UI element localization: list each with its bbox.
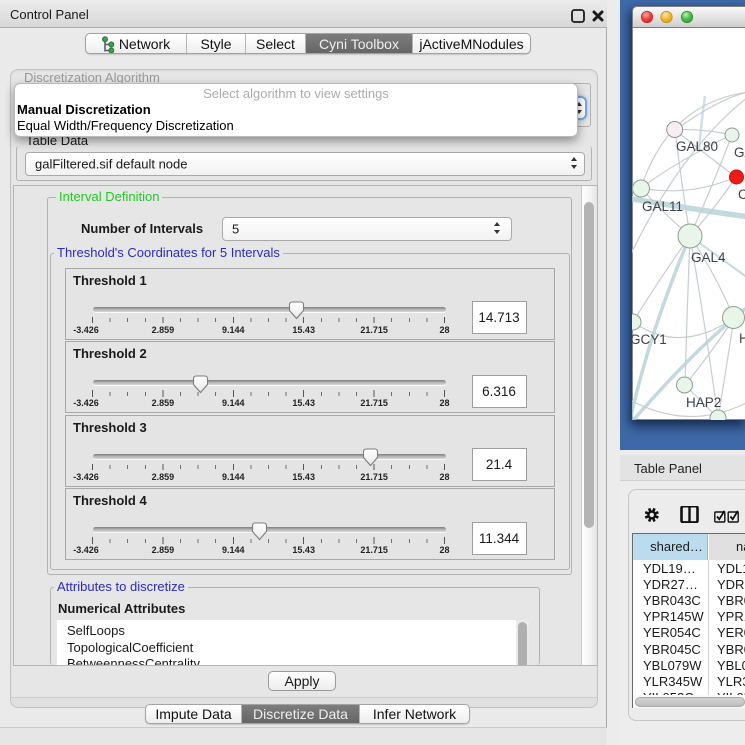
svg-text:GAL4: GAL4: [691, 250, 726, 265]
svg-text:HAP2: HAP2: [686, 395, 721, 410]
svg-text:GAL11: GAL11: [642, 199, 683, 214]
svg-text:GA: GA: [734, 145, 745, 160]
svg-text:C: C: [738, 187, 745, 202]
svg-text:GAL80: GAL80: [676, 139, 718, 154]
svg-text:H: H: [739, 331, 745, 346]
svg-text:GCY1: GCY1: [632, 332, 667, 347]
